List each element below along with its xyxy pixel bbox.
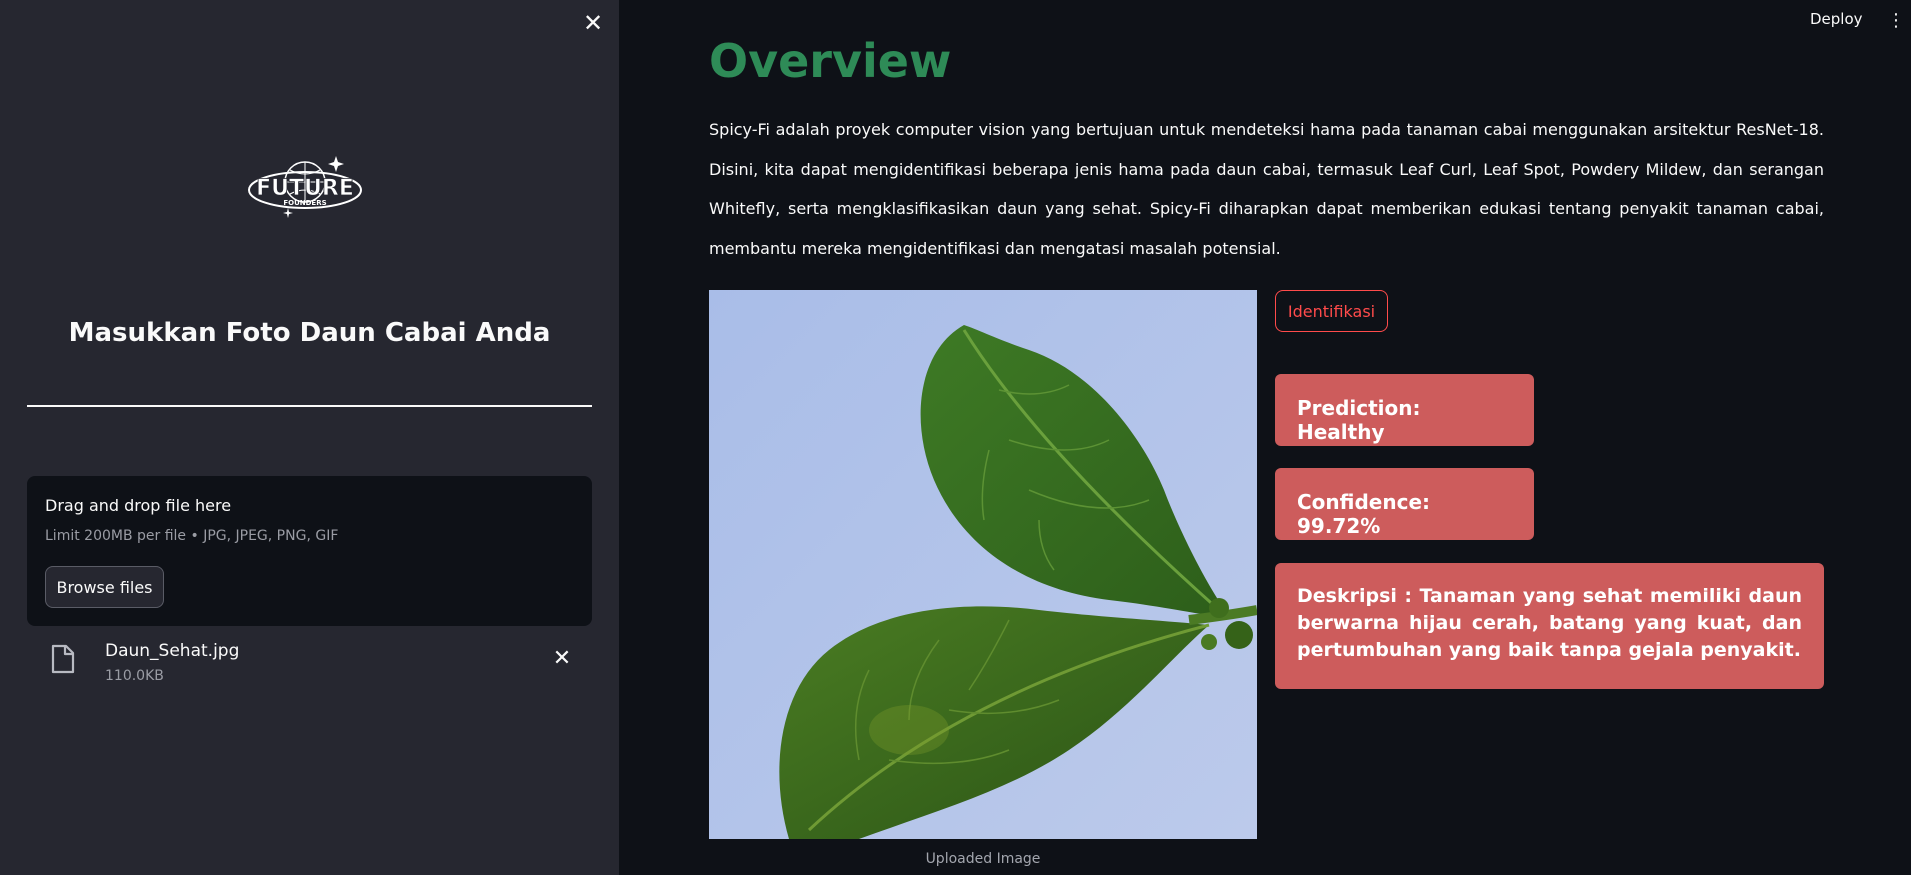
browse-files-button[interactable]: Browse files [45,566,164,608]
intro-paragraph: Spicy-Fi adalah proyek computer vision y… [709,120,1824,258]
more-menu-icon[interactable]: ⋮ [1887,10,1905,32]
file-dropzone[interactable]: Drag and drop file here Limit 200MB per … [27,476,592,626]
prediction-box: Prediction: Healthy [1275,374,1534,446]
svg-text:FOUNDERS: FOUNDERS [283,199,326,207]
dropzone-limit: Limit 200MB per file • JPG, JPEG, PNG, G… [45,528,339,544]
uploaded-leaf-image [709,290,1257,839]
identify-button[interactable]: Identifikasi [1275,290,1388,332]
dropzone-title: Drag and drop file here [45,496,232,515]
image-caption: Uploaded Image [925,851,1041,867]
file-size: 110.0KB [105,668,164,684]
description-box: Deskripsi : Tanaman yang sehat memiliki … [1275,563,1824,689]
remove-file-icon[interactable]: ✕ [551,648,573,670]
page-title: Overview [709,34,952,88]
confidence-box: Confidence: 99.72% [1275,468,1534,540]
file-icon [51,644,75,674]
sidebar: ✕ FUTURE FOUNDERS Masukkan Foto Daun Cab… [0,0,619,875]
sidebar-divider [27,405,592,407]
close-sidebar-icon[interactable]: ✕ [580,10,606,36]
file-name: Daun_Sehat.jpg [105,641,240,661]
sidebar-title: Masukkan Foto Daun Cabai Anda [68,318,551,348]
deploy-button[interactable]: Deploy [1810,10,1863,28]
uploaded-file-item: Daun_Sehat.jpg 110.0KB ✕ [27,636,592,686]
future-founders-logo: FUTURE FOUNDERS [240,152,370,222]
svg-text:FUTURE: FUTURE [256,176,354,201]
